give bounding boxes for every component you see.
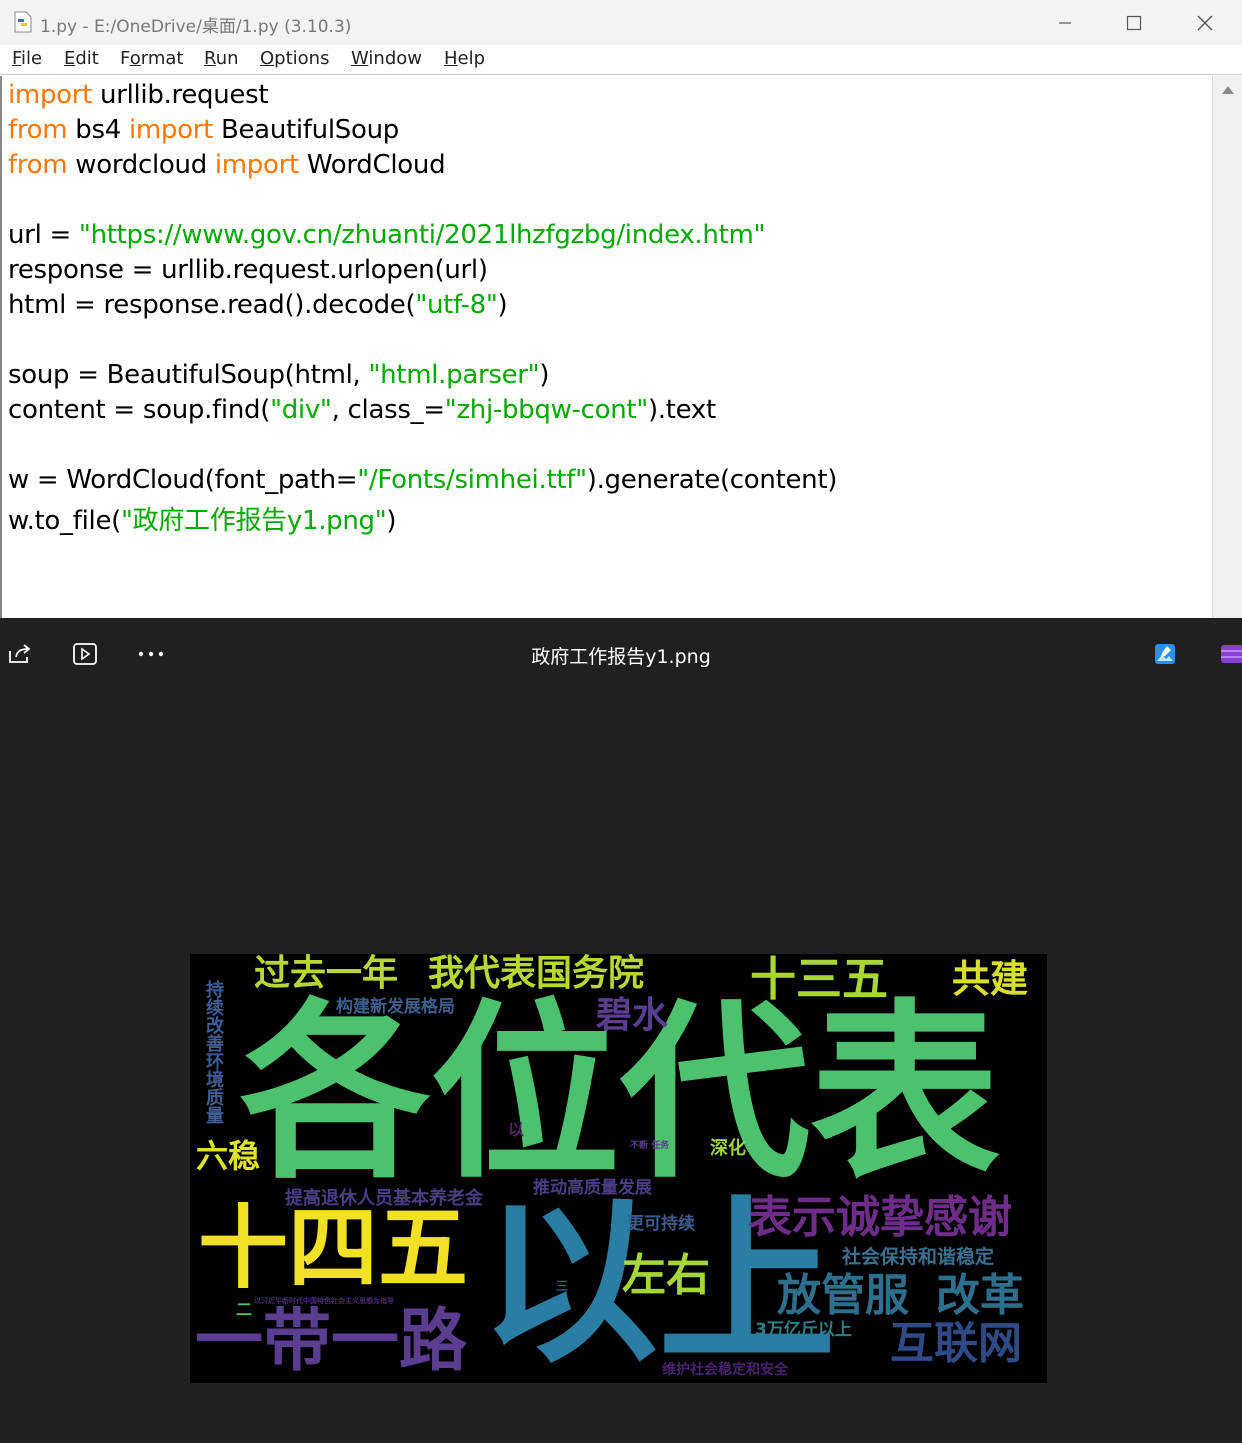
idle-editor-window: 1.py - E:/OneDrive/桌面/1.py (3.10.3) File… [0,0,1242,618]
word-biaoshi-chengzhi-ganxie: 表示诚挚感谢 [748,1192,1012,1243]
word-er: 二 [236,1300,253,1319]
word-3wanyijin-yishang: 3万亿斤以上 [755,1320,852,1340]
word-buduan-renwu: 不断 任务 [630,1141,670,1151]
word-zuoyou: 左右 [622,1250,710,1301]
code-line-12: w = WordCloud(font_path="/Fonts/simhei.t… [8,465,838,495]
edit-photo-icon [1155,644,1175,664]
close-icon [1197,15,1213,30]
word-liuwen: 六稳 [196,1137,261,1175]
code-line-7: html = response.read().decode("utf-8") [8,290,508,320]
maximize-button[interactable] [1099,0,1169,45]
word-tigao-tuixiu-yanglaojin: 提高退休人员基本养老金 [285,1188,483,1209]
word-gaige: 改革 [936,1270,1024,1321]
code-line-1: import urllib.request [8,80,269,110]
code-line-5: url = "https://www.gov.cn/zhuanti/2021lh… [8,220,766,250]
word-hulianwang: 互联网 [890,1318,1022,1369]
word-shisanwu: 十三五 [750,954,888,1006]
menu-format[interactable]: Format [120,48,183,69]
code-line-2: from bs4 import BeautifulSoup [8,115,399,145]
close-button[interactable] [1170,0,1240,45]
word-tuidong-gaozhiliang-fazhan: 推动高质量发展 [533,1178,652,1198]
viewer-file-name: 政府工作报告y1.png [531,646,711,668]
code-line-6: response = urllib.request.urlopen(url) [8,255,488,285]
code-line-9: soup = BeautifulSoup(html, "html.parser"… [8,360,550,390]
python-file-icon [14,11,32,33]
word-weihu-shehui-wending: 维护社会稳定和安全 [662,1362,788,1378]
vertical-scrollbar[interactable] [1212,76,1242,618]
word-wo-daibiao-guowuyuan: 我代表国务院 [428,954,645,994]
menu-window[interactable]: Window [351,48,422,69]
word-goujian-xinfazhan-geju: 构建新发展格局 [336,997,455,1017]
word-chixu-gaishan-huanjing: 持续改善环境质量 [203,980,224,1124]
word-geng-ke-chixu: 更可持续 [627,1214,695,1234]
menu-edit[interactable]: Edit [64,48,99,69]
photo-viewer: 政府工作报告y1.png 各位代表 以上 十四五 一带一路 过去一年 我代表国务… [0,618,1242,1443]
code-editor[interactable]: import urllib.request from bs4 import Be… [0,76,1212,618]
clipchamp-icon [1221,645,1242,663]
word-shenhua: 深化 [710,1138,746,1159]
menu-bar: File Edit Format Run Options Window Help [0,45,1242,75]
maximize-icon [1126,15,1142,30]
title-bar: 1.py - E:/OneDrive/桌面/1.py (3.10.3) [0,0,1242,45]
word-fangguanfu: 放管服 [777,1270,909,1321]
code-line-3: from wordcloud import WordCloud [8,150,446,180]
minimize-icon [1059,21,1071,24]
word-san: 三 [556,1279,569,1293]
word-gongjian: 共建 [952,957,1029,1001]
word-bishui: 碧水 [596,995,669,1036]
clipchamp-button[interactable] [1216,640,1242,668]
scroll-up-arrow-icon[interactable] [1222,86,1234,94]
word-xi-sixiang-zhidao: 以习近平新时代中国特色社会主义思想为指导 [254,1297,394,1305]
code-line-10: content = soup.find("div", class_="zhj-b… [8,395,716,425]
word-yi-small: 以 [508,1120,525,1139]
edit-photo-button[interactable] [1150,640,1180,668]
menu-file[interactable]: File [12,48,42,69]
menu-options[interactable]: Options [260,48,329,69]
word-shehui-baochi-hexie: 社会保持和谐稳定 [842,1246,995,1268]
word-guoqu-yinian: 过去一年 [254,954,399,994]
word-shisiwu: 十四五 [198,1196,468,1301]
menu-run[interactable]: Run [204,48,239,69]
menu-help[interactable]: Help [444,48,485,69]
window-title: 1.py - E:/OneDrive/桌面/1.py (3.10.3) [40,17,352,37]
code-line-13: w.to_file("政府工作报告y1.png") [8,506,397,536]
wordcloud-image: 各位代表 以上 十四五 一带一路 过去一年 我代表国务院 十三五 共建 碧水 构… [190,954,1047,1383]
minimize-button[interactable] [1030,0,1100,45]
